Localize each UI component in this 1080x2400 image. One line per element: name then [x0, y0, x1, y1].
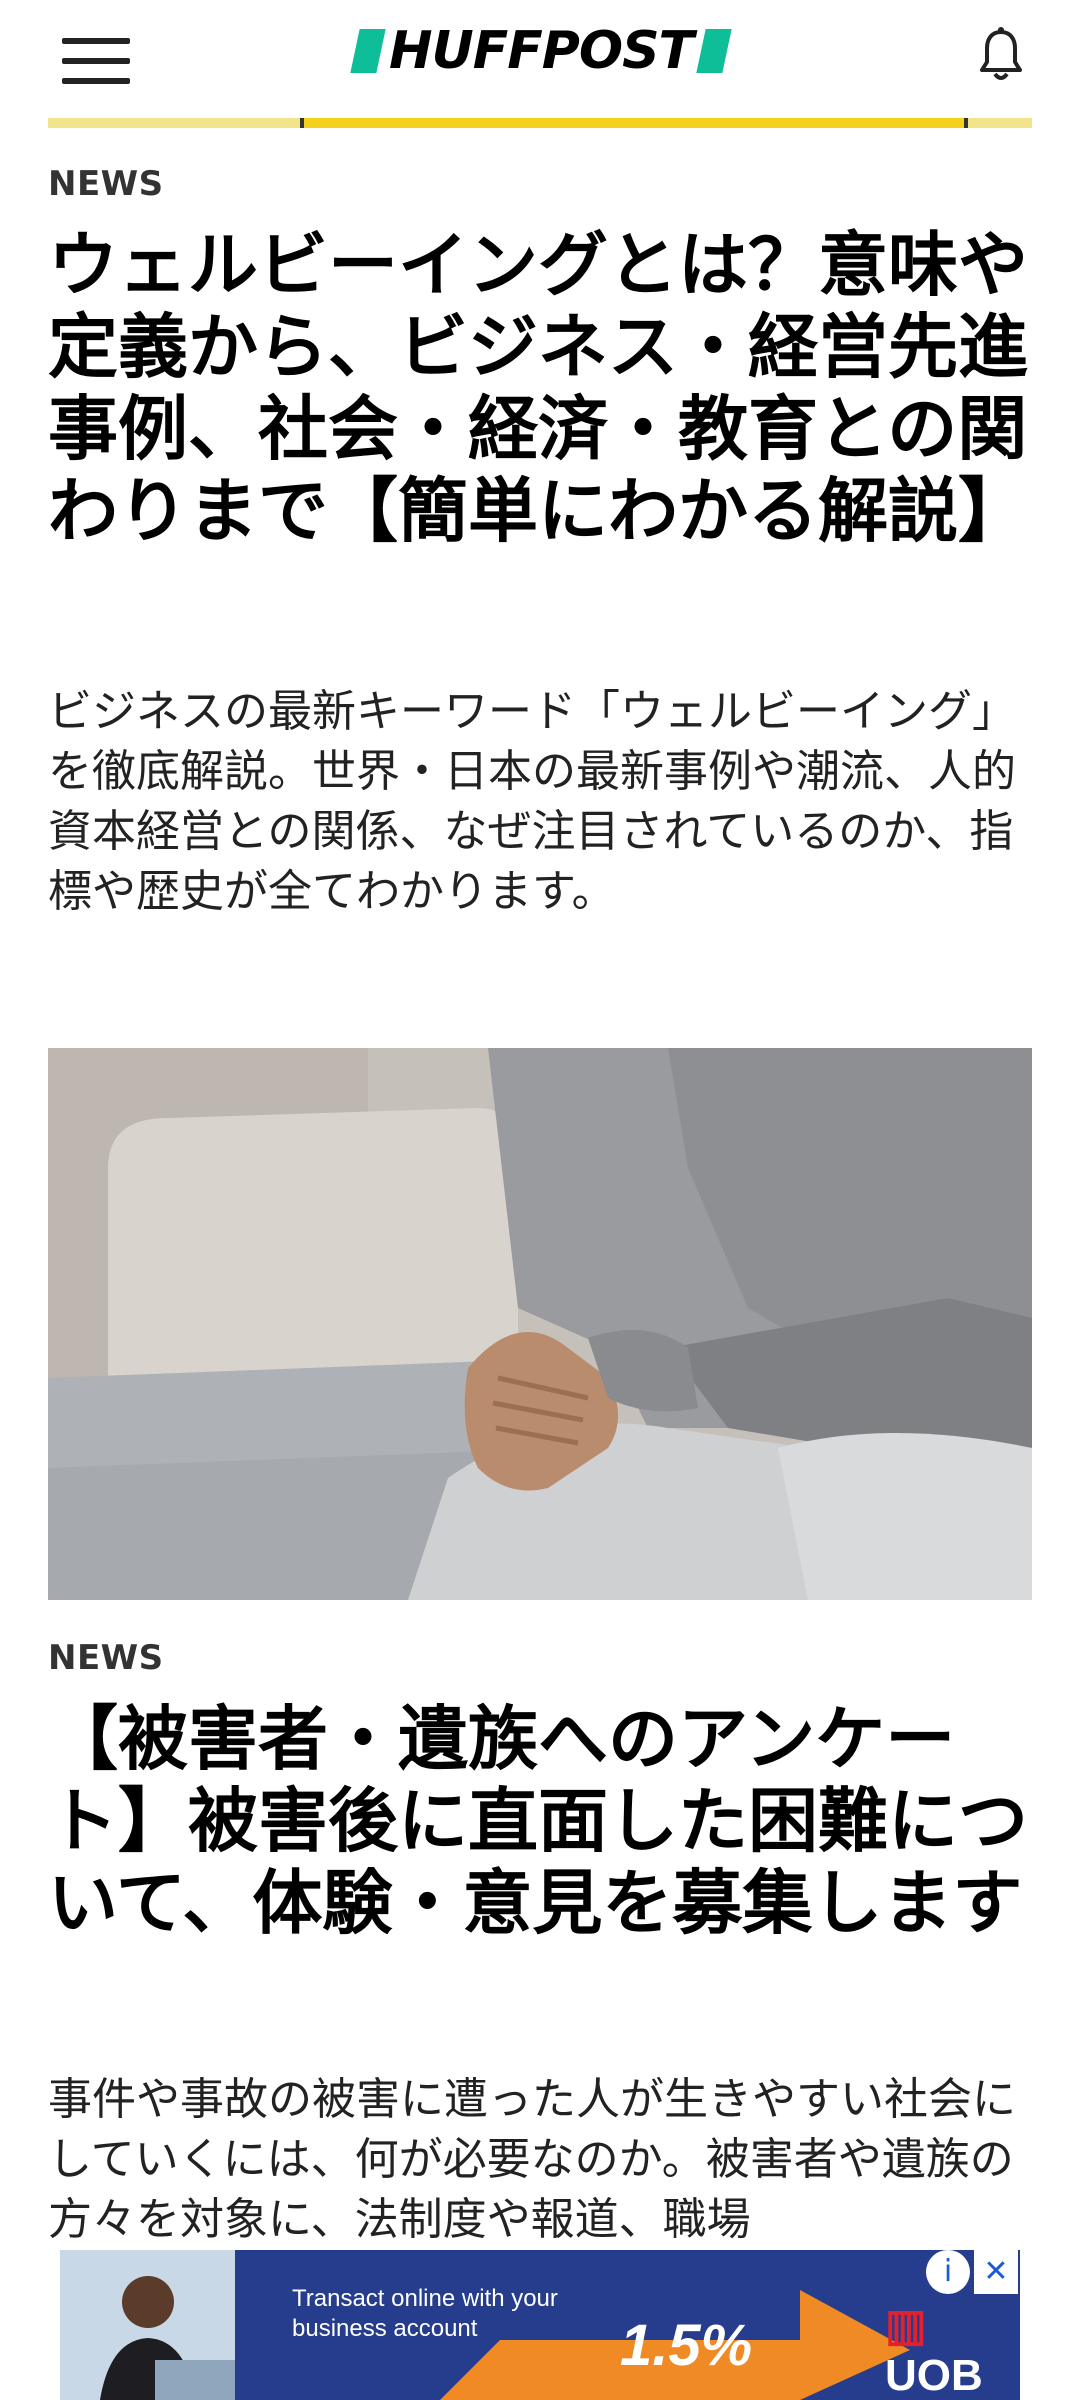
article-summary: 事件や事故の被害に遭った人が生きやすい社会にしていくには、何が必要なのか。被害者… [48, 2074, 1016, 2245]
ad-brand-text: UOB [885, 2351, 983, 2400]
ad-line-1: Transact online with your [292, 2285, 558, 2312]
logo-accent-right [696, 29, 732, 73]
article-headline[interactable]: 【被害者・遺族へのアンケート】被害後に直面した困難について、体験・意見を募集しま… [48, 1698, 1032, 1944]
article-headline[interactable]: ウェルビーイングとは？意味や定義から、ビジネス・経営先進事例、社会・経済・教育と… [48, 224, 1032, 552]
article-thumbnail[interactable] [48, 1048, 1032, 1600]
ad-headline: Transact online with your business accou… [292, 2284, 558, 2344]
ad-image [60, 2250, 235, 2400]
article-summary: ビジネスの最新キーワード「ウェルビーイング」を徹底解説。世界・日本の最新事例や潮… [48, 686, 1016, 917]
ad-line-2: business account [292, 2315, 478, 2342]
uob-mark-icon: ▥ [885, 2301, 927, 2350]
huffpost-logo[interactable]: HUFFPOST [336, 21, 746, 81]
close-icon[interactable]: ✕ [974, 2250, 1018, 2294]
top-header: HUFFPOST [0, 0, 1080, 118]
ad-rate: 1.5% [620, 2313, 753, 2378]
bell-icon[interactable] [978, 26, 1024, 82]
section-label[interactable]: NEWS [48, 1638, 164, 1678]
logo-wordmark: HUFFPOST [388, 21, 694, 81]
clasped-hands-photo [48, 1048, 1032, 1600]
ad-banner[interactable]: Transact online with your business accou… [60, 2250, 1020, 2400]
info-icon[interactable]: i [926, 2250, 970, 2294]
section-label[interactable]: NEWS [48, 164, 164, 204]
hamburger-menu-icon[interactable] [62, 38, 130, 84]
previous-article-image-edge[interactable] [48, 118, 1032, 128]
ad-brand: ▥ UOB [885, 2300, 1020, 2400]
